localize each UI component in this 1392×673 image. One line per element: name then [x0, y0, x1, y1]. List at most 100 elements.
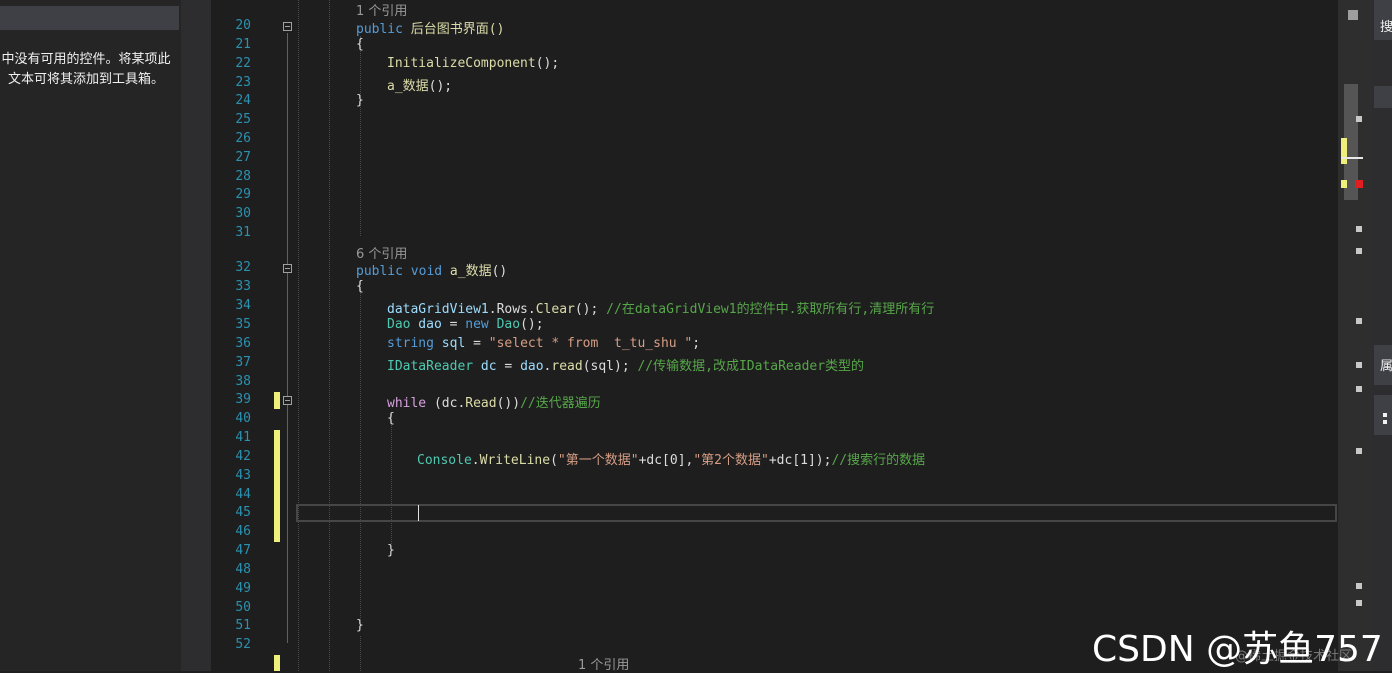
tab-properties[interactable]: 属 [1374, 345, 1392, 385]
line-number: 49 [235, 581, 251, 596]
code-line[interactable]: Console.WriteLine("第一个数据"+dc[0],"第2个数据"+… [417, 449, 925, 468]
method-call: InitializeComponent [387, 56, 536, 71]
identifier: dao [410, 317, 442, 332]
overview-mark [1356, 448, 1362, 454]
line-number: 40 [235, 411, 251, 426]
overview-mark [1356, 362, 1362, 368]
code-line[interactable]: while (dc.Read())//迭代器遍历 [387, 392, 601, 411]
collapse-icon[interactable] [283, 22, 292, 31]
keyword: public [356, 22, 403, 37]
codelens-references[interactable]: 1 个引用 [356, 0, 407, 19]
punct: ()) [496, 396, 521, 411]
punct: = [496, 359, 521, 374]
code-line[interactable]: { [356, 37, 364, 52]
line-number: 31 [235, 225, 251, 240]
scroll-up-arrow-icon[interactable] [1348, 10, 1358, 20]
method-name: a_数据 [442, 264, 492, 279]
toolbox-empty-message: 中没有可用的控件。将某项此文本可将其添加到工具箱。 [1, 52, 171, 87]
text-caret [418, 505, 419, 521]
toolbox-panel: 中没有可用的控件。将某项此文本可将其添加到工具箱。 [0, 0, 181, 671]
overview-mark [1356, 116, 1362, 122]
punct: (); [428, 79, 453, 94]
grid-dot [1383, 420, 1387, 424]
collapse-icon[interactable] [283, 264, 292, 273]
overview-mark [1356, 583, 1362, 589]
punct: = [441, 317, 466, 332]
comment: //传输数据,改成IDataReader类型的 [637, 359, 865, 374]
overview-mark [1356, 318, 1362, 324]
line-number: 52 [235, 637, 251, 652]
line-number: 34 [235, 298, 251, 313]
comment: //迭代器遍历 [520, 396, 601, 411]
keyword: void [402, 264, 443, 279]
method-call: Read [465, 396, 497, 411]
tab-label: 属 [1380, 359, 1392, 374]
punct: (); [574, 302, 607, 317]
line-number: 25 [235, 112, 251, 127]
line-number: 42 [235, 449, 251, 464]
current-line-highlight [296, 504, 1337, 522]
scroll-position-indicator [1341, 157, 1363, 159]
punct: (); [535, 56, 560, 71]
line-number: 36 [235, 336, 251, 351]
code-line[interactable]: string sql = "select * from t_tu_shu "; [387, 336, 700, 351]
line-number: 43 [235, 468, 251, 483]
toolbox-search-bar[interactable] [0, 6, 179, 30]
indent-guide [360, 636, 361, 671]
method-call: a_数据 [387, 79, 429, 94]
change-marker [274, 655, 280, 671]
line-number: 41 [235, 430, 251, 445]
code-line[interactable]: dataGridView1.Rows.Clear(); //在dataGridV… [387, 298, 934, 317]
grid-icon[interactable] [1374, 395, 1392, 435]
tab-search[interactable]: 搜 [1374, 0, 1392, 40]
line-number: 50 [235, 600, 251, 615]
codelens-references[interactable]: 1 个引用 [578, 654, 629, 673]
punct: ; [692, 336, 701, 351]
identifier: dc [473, 359, 497, 374]
line-number: 33 [235, 279, 251, 294]
code-line[interactable]: { [356, 279, 364, 294]
indent-guide [391, 414, 392, 544]
code-line[interactable]: a_数据(); [387, 75, 452, 94]
keyword: new [465, 317, 489, 332]
punct: +dc[1]); [768, 453, 832, 468]
string-literal: "select * from t_tu_shu " [488, 336, 693, 351]
type-name: Console [417, 453, 472, 468]
control-keyword: while [387, 396, 427, 411]
line-number: 20 [235, 18, 251, 33]
overview-mark [1356, 248, 1362, 254]
line-number: 44 [235, 487, 251, 502]
string-literal: "第一个数据" [557, 453, 639, 468]
code-line[interactable]: IDataReader dc = dao.read(sql); //传输数据,改… [387, 355, 864, 374]
line-number: 24 [235, 93, 251, 108]
line-number: 21 [235, 37, 251, 52]
code-line[interactable]: InitializeComponent(); [387, 56, 559, 71]
line-number: 22 [235, 56, 251, 71]
indent-guide [298, 0, 299, 671]
identifier: sql [433, 336, 466, 351]
code-line[interactable]: public 后台图书界面() [356, 18, 504, 37]
grid-dot [1383, 413, 1387, 417]
line-number: 37 [235, 355, 251, 370]
code-line[interactable]: public void a_数据() [356, 260, 507, 279]
method-call: Clear [535, 302, 575, 317]
right-panel: 搜 属 [1372, 0, 1392, 671]
line-number: 29 [235, 187, 251, 202]
code-line[interactable]: { [387, 411, 395, 426]
line-number: 35 [235, 317, 251, 332]
panel-splitter[interactable] [181, 0, 211, 671]
line-number: 46 [235, 524, 251, 539]
line-number: 32 [235, 260, 251, 275]
code-line[interactable]: } [387, 543, 395, 558]
line-number: 45 [235, 505, 251, 520]
line-number: 51 [235, 618, 251, 633]
code-line[interactable]: } [356, 93, 364, 108]
code-line[interactable]: } [356, 618, 364, 633]
line-number: 39 [235, 392, 251, 407]
collapse-icon[interactable] [283, 396, 292, 405]
punct: (); [520, 317, 544, 332]
code-line[interactable]: Dao dao = new Dao(); [387, 317, 544, 332]
overview-mark [1356, 226, 1362, 232]
punct: +dc[0], [638, 453, 694, 468]
line-number: 26 [235, 131, 251, 146]
